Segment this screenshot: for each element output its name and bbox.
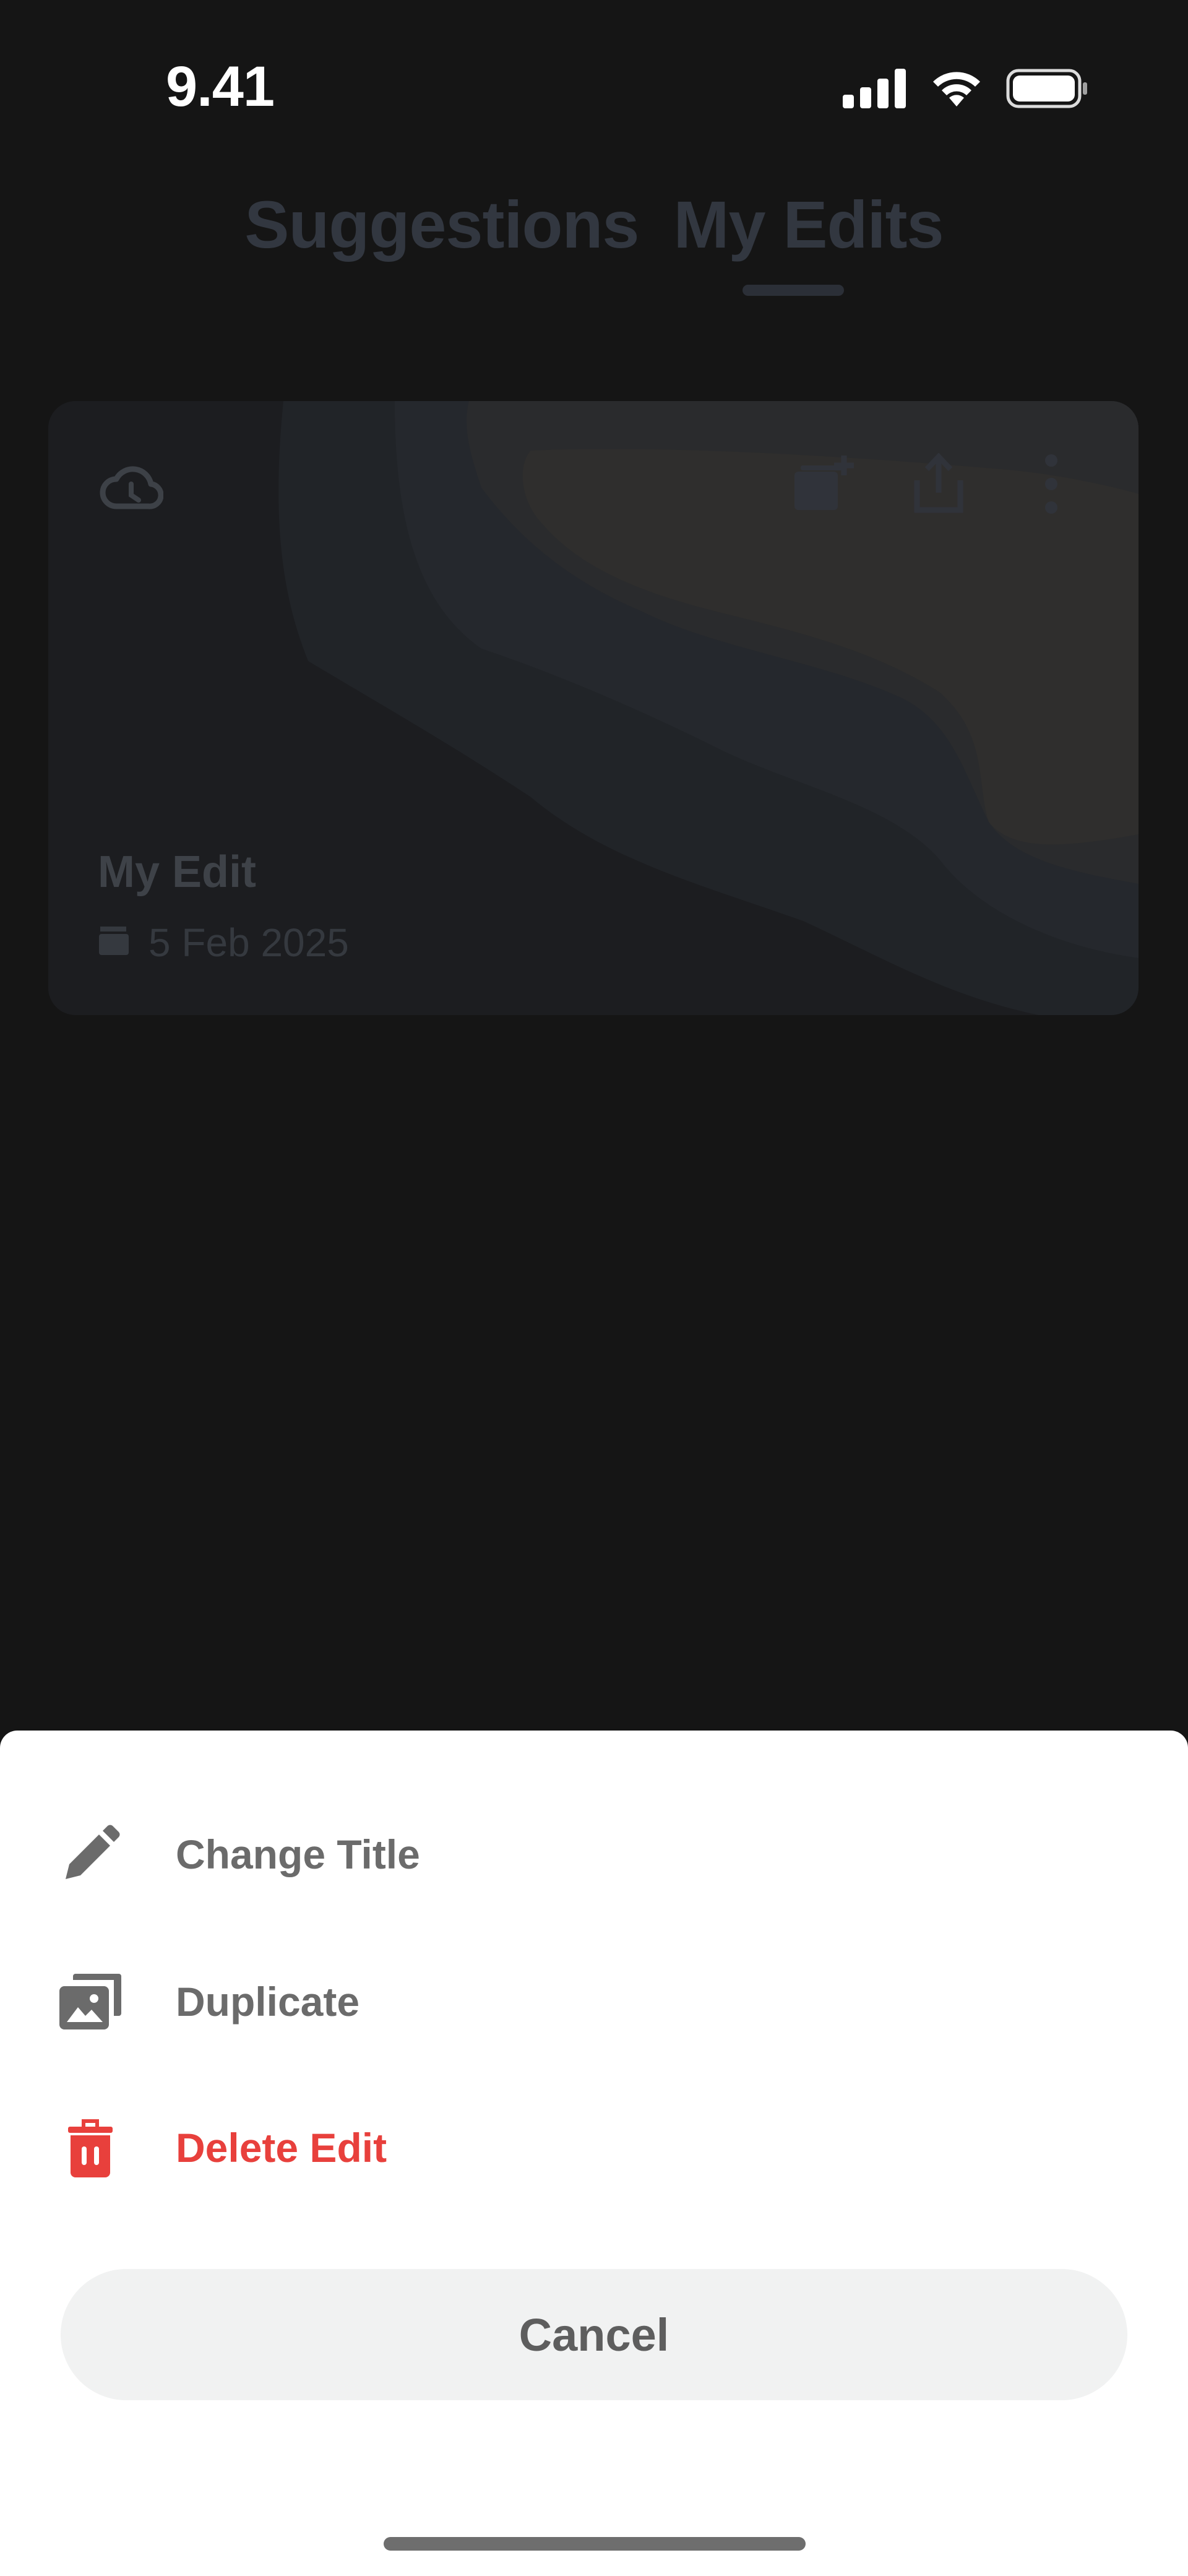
more-options-icon[interactable] [1042, 453, 1061, 518]
add-to-project-icon[interactable] [792, 453, 854, 518]
cloud-icon[interactable] [99, 463, 164, 517]
wifi-icon [928, 68, 985, 112]
tab-bar: Suggestions My Edits [0, 186, 1188, 309]
status-bar: 9.41 [0, 0, 1188, 149]
share-icon[interactable] [911, 452, 966, 518]
cellular-signal-icon [843, 69, 907, 111]
pencil-icon [59, 1820, 121, 1888]
action-sheet: Change Title Duplicate Delete Edit Cance… [0, 1731, 1188, 2576]
edit-date: 5 Feb 2025 [148, 920, 349, 965]
clapperboard-icon [98, 920, 130, 966]
active-tab-indicator [742, 285, 844, 296]
change-title-label: Change Title [176, 1831, 420, 1877]
duplicate-option[interactable]: Duplicate [0, 1940, 1188, 2064]
home-indicator [384, 2537, 806, 2551]
status-time: 9.41 [166, 55, 275, 118]
edit-date-row: 5 Feb 2025 [98, 920, 349, 966]
tab-suggestions[interactable]: Suggestions [244, 186, 639, 309]
battery-icon [1006, 69, 1089, 111]
duplicate-label: Duplicate [176, 1979, 360, 2025]
delete-edit-option[interactable]: Delete Edit [0, 2086, 1188, 2210]
change-title-option[interactable]: Change Title [0, 1792, 1188, 1916]
edit-title: My Edit [98, 847, 257, 897]
edit-card[interactable]: My Edit 5 Feb 2025 [48, 401, 1138, 1015]
delete-edit-label: Delete Edit [176, 2125, 387, 2171]
cancel-button[interactable]: Cancel [61, 2269, 1127, 2400]
status-icons [843, 68, 1089, 112]
trash-icon [59, 2114, 121, 2182]
duplicate-icon [59, 1968, 121, 2036]
